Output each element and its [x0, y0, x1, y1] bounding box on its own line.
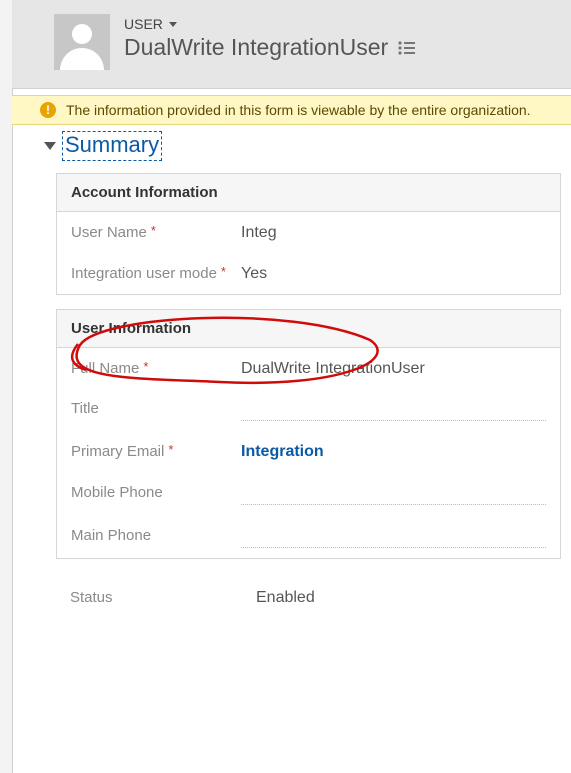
- entity-type-label: USER: [124, 16, 163, 32]
- account-info-heading: Account Information: [57, 174, 560, 212]
- required-icon: *: [151, 224, 156, 237]
- username-field: User Name* Integ: [57, 212, 560, 253]
- notice-text: The information provided in this form is…: [66, 102, 531, 118]
- user-info-heading: User Information: [57, 310, 560, 348]
- integration-mode-value[interactable]: Yes: [241, 265, 546, 283]
- main-phone-value[interactable]: [241, 527, 546, 548]
- record-header: USER DualWrite IntegrationUser: [12, 0, 571, 89]
- status-value: Enabled: [256, 589, 557, 608]
- account-information-panel: Account Information User Name* Integ Int…: [56, 173, 561, 295]
- fullname-value[interactable]: DualWrite IntegrationUser: [241, 360, 546, 378]
- mobile-phone-value[interactable]: [241, 484, 546, 505]
- main-phone-field: Main Phone: [57, 515, 560, 558]
- title-field: Title: [57, 388, 560, 431]
- username-value[interactable]: Integ: [241, 224, 546, 242]
- summary-section-toggle[interactable]: Summary: [12, 125, 571, 167]
- caret-down-icon: [169, 22, 177, 27]
- email-label: Primary Email*: [71, 443, 241, 462]
- fullname-field: Full Name* DualWrite IntegrationUser: [57, 348, 560, 389]
- org-visibility-notice: ! The information provided in this form …: [12, 95, 571, 125]
- integration-mode-field: Integration user mode * Yes: [57, 253, 560, 294]
- email-value[interactable]: Integration: [241, 443, 546, 461]
- entity-type-selector[interactable]: USER: [124, 16, 416, 32]
- status-label: Status: [70, 589, 256, 608]
- title-label: Title: [71, 400, 241, 419]
- required-icon: *: [168, 443, 173, 456]
- main-phone-label: Main Phone: [71, 527, 241, 546]
- mobile-phone-field: Mobile Phone: [57, 472, 560, 515]
- email-field: Primary Email* Integration: [57, 431, 560, 472]
- collapse-triangle-icon: [44, 142, 56, 150]
- user-avatar-icon: [54, 14, 110, 70]
- mobile-phone-label: Mobile Phone: [71, 484, 241, 503]
- summary-label: Summary: [62, 131, 162, 161]
- record-title: DualWrite IntegrationUser: [124, 34, 388, 61]
- required-icon: *: [143, 360, 148, 373]
- user-information-panel: User Information Full Name* DualWrite In…: [56, 309, 561, 560]
- warning-icon: !: [40, 102, 56, 118]
- username-label: User Name*: [71, 224, 241, 243]
- list-menu-icon[interactable]: [398, 41, 416, 55]
- title-value[interactable]: [241, 400, 546, 421]
- fullname-label: Full Name*: [71, 360, 241, 379]
- required-icon: *: [221, 265, 226, 278]
- status-row: Status Enabled: [12, 573, 571, 608]
- integration-mode-label: Integration user mode *: [71, 265, 241, 284]
